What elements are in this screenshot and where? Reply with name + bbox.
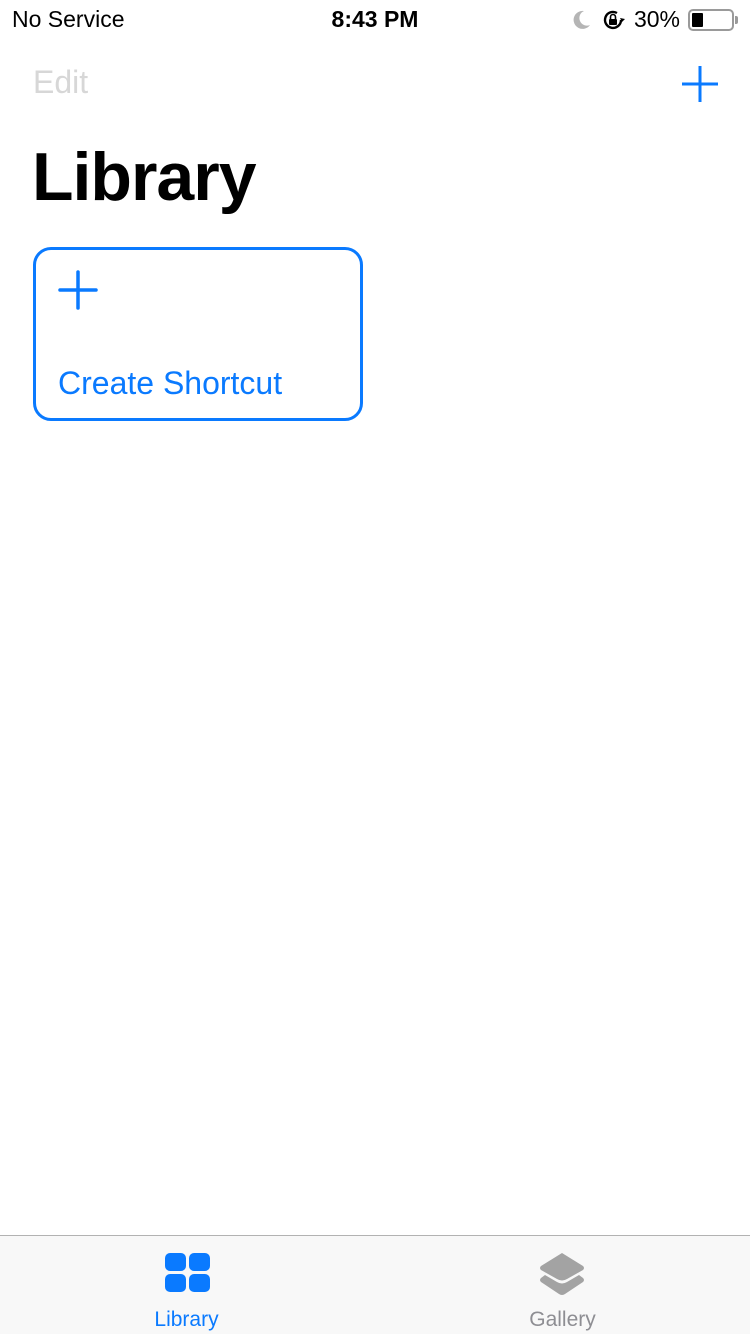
battery-percent-label: 30% [633,6,680,32]
battery-icon [688,8,738,31]
edit-button[interactable]: Edit [33,64,88,101]
tab-gallery-label: Gallery [529,1308,596,1331]
create-shortcut-label: Create Shortcut [58,365,283,401]
page-title: Library [32,139,257,215]
create-shortcut-card[interactable]: Create Shortcut [33,247,363,421]
shortcuts-library-screen: No Service 8:43 PM 30% Edit Library Crea… [0,0,750,1334]
status-right-group: 30% [570,6,738,33]
battery-level-fill [692,12,704,27]
status-bar: No Service 8:43 PM 30% [0,0,750,40]
battery-tip [735,15,738,24]
tab-library-label: Library [154,1308,219,1331]
grid-icon [165,1253,211,1293]
tab-gallery[interactable]: Gallery [375,1236,750,1334]
plus-icon [680,66,720,107]
battery-body [688,8,734,31]
plus-icon [58,270,98,310]
stack-icon [539,1253,585,1295]
rotation-lock-icon [600,7,626,33]
add-shortcut-button[interactable] [680,64,720,104]
moon-icon [570,9,592,31]
tab-library[interactable]: Library [0,1236,375,1334]
tab-bar: Library Gallery [0,1235,750,1334]
